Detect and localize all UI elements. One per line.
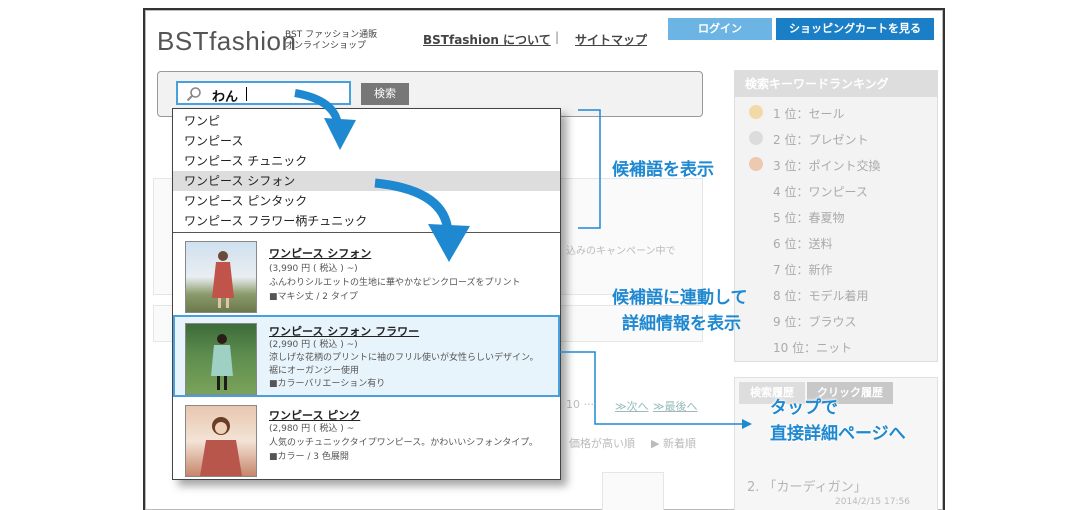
- connector-line: [560, 351, 742, 425]
- callout-linked-1: 候補語に連動して: [612, 288, 748, 308]
- bracket-line: [578, 109, 601, 229]
- callout-linked-2: 詳細情報を表示: [622, 314, 741, 334]
- arrow-head-icon: [324, 118, 356, 150]
- callout-tap-1: タップで: [770, 398, 838, 418]
- arrow-head-icon: [428, 224, 470, 262]
- arrow-head-icon: [742, 419, 752, 429]
- callout-candidates: 候補語を表示: [612, 160, 714, 180]
- callout-tap-2: 直接詳細ページへ: [770, 424, 906, 444]
- annotation-overlay: [294, 89, 752, 429]
